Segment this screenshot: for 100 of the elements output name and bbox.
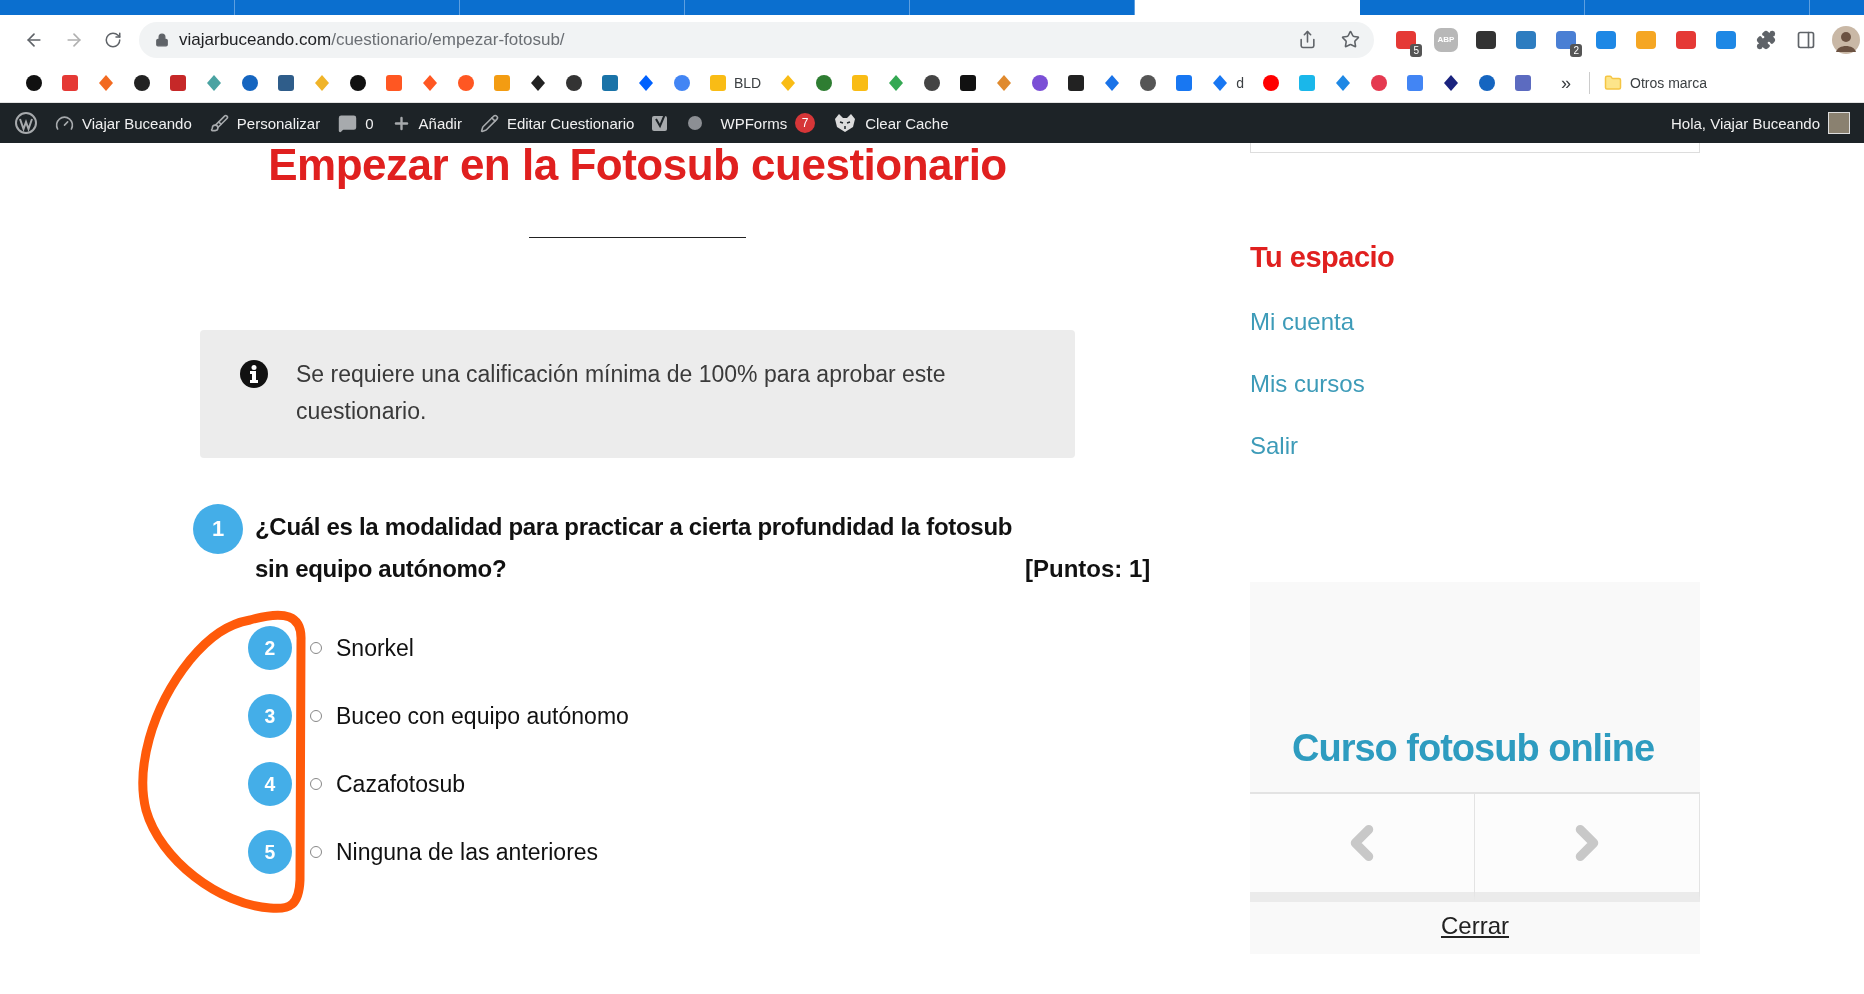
bookmark-button[interactable]: BLD	[700, 68, 771, 98]
sidebar-heading: Tu espacio	[1250, 241, 1396, 274]
admin-bar-item[interactable]: WPForms 7	[711, 103, 825, 143]
extension-badge: 2	[1570, 43, 1582, 57]
page-title: Empezar en la Fotosub cuestionario	[267, 143, 1008, 187]
extension-icon	[1475, 28, 1497, 51]
comment-icon	[338, 113, 358, 133]
share-icon[interactable]	[1298, 30, 1317, 49]
bookmark-icon	[995, 74, 1014, 92]
status-dot-icon	[688, 116, 703, 130]
extension-button[interactable]: 2	[1548, 21, 1584, 58]
extension-icon: ABP	[1434, 27, 1458, 52]
tiger-icon	[833, 113, 858, 133]
bookmark-icon	[1478, 74, 1497, 92]
url-text: viajarbuceando.com/cuestionario/empezar-fotosub/	[179, 29, 566, 50]
other-bookmarks-button[interactable]: Otros marca	[1598, 74, 1708, 92]
brush-icon	[209, 113, 229, 133]
notification-count: 7	[795, 113, 816, 133]
bookmark-icon	[97, 74, 115, 92]
account-menu[interactable]: Hola, Viajar Buceando	[1671, 112, 1858, 134]
bookmark-icon	[815, 74, 834, 92]
bookmark-icon	[1334, 74, 1353, 92]
radio-button[interactable]	[310, 642, 322, 654]
bookmark-icon	[385, 74, 403, 92]
bookmark-icon	[1175, 74, 1194, 92]
bookmark-icon	[601, 74, 619, 92]
address-bar[interactable]: viajarbuceando.com/cuestionario/empezar-fotosub/	[139, 21, 1374, 58]
option-label[interactable]: Buceo con equipo autónomo	[336, 702, 629, 730]
wordpress-logo-icon	[15, 112, 37, 134]
option-number: 2	[248, 626, 292, 670]
bookmark-icon	[923, 74, 942, 92]
bookmark-icon	[277, 74, 295, 92]
bookmark-icon	[959, 74, 978, 92]
bookmark-icon	[1298, 74, 1317, 92]
more-bookmarks-button[interactable]: »	[1551, 72, 1582, 94]
extension-icon	[1635, 28, 1657, 51]
bookmark-icon	[637, 74, 655, 92]
bookmark-icon	[1442, 74, 1461, 92]
bookmark-icon	[493, 74, 511, 92]
radio-button[interactable]	[310, 710, 322, 722]
info-icon	[240, 360, 268, 388]
bookmark-star-icon[interactable]	[1341, 30, 1360, 49]
bookmark-icon	[1370, 74, 1389, 92]
extension-badge: 5	[1410, 43, 1422, 57]
admin-bar-item[interactable]: Editar Cuestionario	[470, 103, 644, 143]
bookmark-icon	[61, 74, 79, 92]
question-number: 1	[193, 504, 243, 554]
bookmark-icon	[779, 74, 798, 92]
bookmark-icon	[349, 74, 367, 92]
bookmark-button[interactable]: d	[1202, 68, 1254, 98]
admin-bar-item[interactable]: Clear Cache	[824, 103, 958, 143]
bookmark-icon	[851, 74, 870, 92]
dashboard-icon	[55, 113, 74, 133]
extension-icon	[1675, 28, 1697, 51]
side-panel-icon	[1796, 29, 1816, 50]
bookmark-icon	[673, 74, 691, 92]
bookmark-icon	[1406, 74, 1425, 92]
folder-icon	[1604, 74, 1623, 92]
bookmark-icon	[529, 74, 547, 92]
reload-icon	[104, 30, 123, 49]
course-title: Curso fotosub online	[1291, 726, 1656, 771]
bookmark-icon	[1514, 74, 1533, 92]
avatar-icon	[1832, 25, 1860, 54]
extension-icon	[1715, 28, 1737, 51]
admin-bar-item[interactable]: Personalizar	[200, 103, 330, 143]
option-label[interactable]: Cazafotosub	[336, 770, 466, 798]
option-number: 4	[248, 762, 292, 806]
bookmark-icon	[313, 74, 331, 92]
bookmark-icon	[133, 74, 151, 92]
search-field[interactable]	[1250, 143, 1700, 153]
bookmark-icon	[1067, 74, 1086, 92]
question-text: ¿Cuál es la modalidad para practicar a cierta profundidad la fotosub sin equipo autónomo?	[255, 512, 1014, 584]
extension-button[interactable]: 5	[1388, 21, 1424, 58]
bookmark-icon	[169, 74, 187, 92]
radio-button[interactable]	[310, 778, 322, 790]
bookmark-icon	[565, 74, 583, 92]
bookmark-icon	[457, 74, 475, 92]
option-number: 5	[248, 830, 292, 874]
admin-bar-item[interactable]: 0	[329, 103, 383, 143]
question-points: [Puntos: 1]	[1025, 554, 1151, 584]
option-label[interactable]: Snorkel	[336, 634, 414, 662]
bookmark-icon	[1031, 74, 1050, 92]
puzzle-icon	[1756, 29, 1776, 50]
radio-button[interactable]	[310, 846, 322, 858]
bookmark-icon	[709, 74, 727, 92]
bookmark-icon	[887, 74, 906, 92]
option-number: 3	[248, 694, 292, 738]
admin-bar-item[interactable]: Viajar Buceando	[46, 103, 201, 143]
bookmark-icon	[25, 74, 43, 92]
close-link[interactable]: Cerrar	[1441, 902, 1509, 954]
bookmark-icon	[1139, 74, 1158, 92]
bookmark-icon	[1103, 74, 1122, 92]
bookmark-icon	[421, 74, 439, 92]
option-label[interactable]: Ninguna de las anteriores	[336, 838, 599, 866]
admin-bar-item[interactable]: Añadir	[382, 103, 471, 143]
bookmark-icon	[1211, 74, 1230, 92]
avatar-icon	[1828, 112, 1850, 134]
extension-icon	[1595, 28, 1617, 51]
extension-icon	[1515, 28, 1537, 51]
bookmark-icon	[241, 74, 259, 92]
